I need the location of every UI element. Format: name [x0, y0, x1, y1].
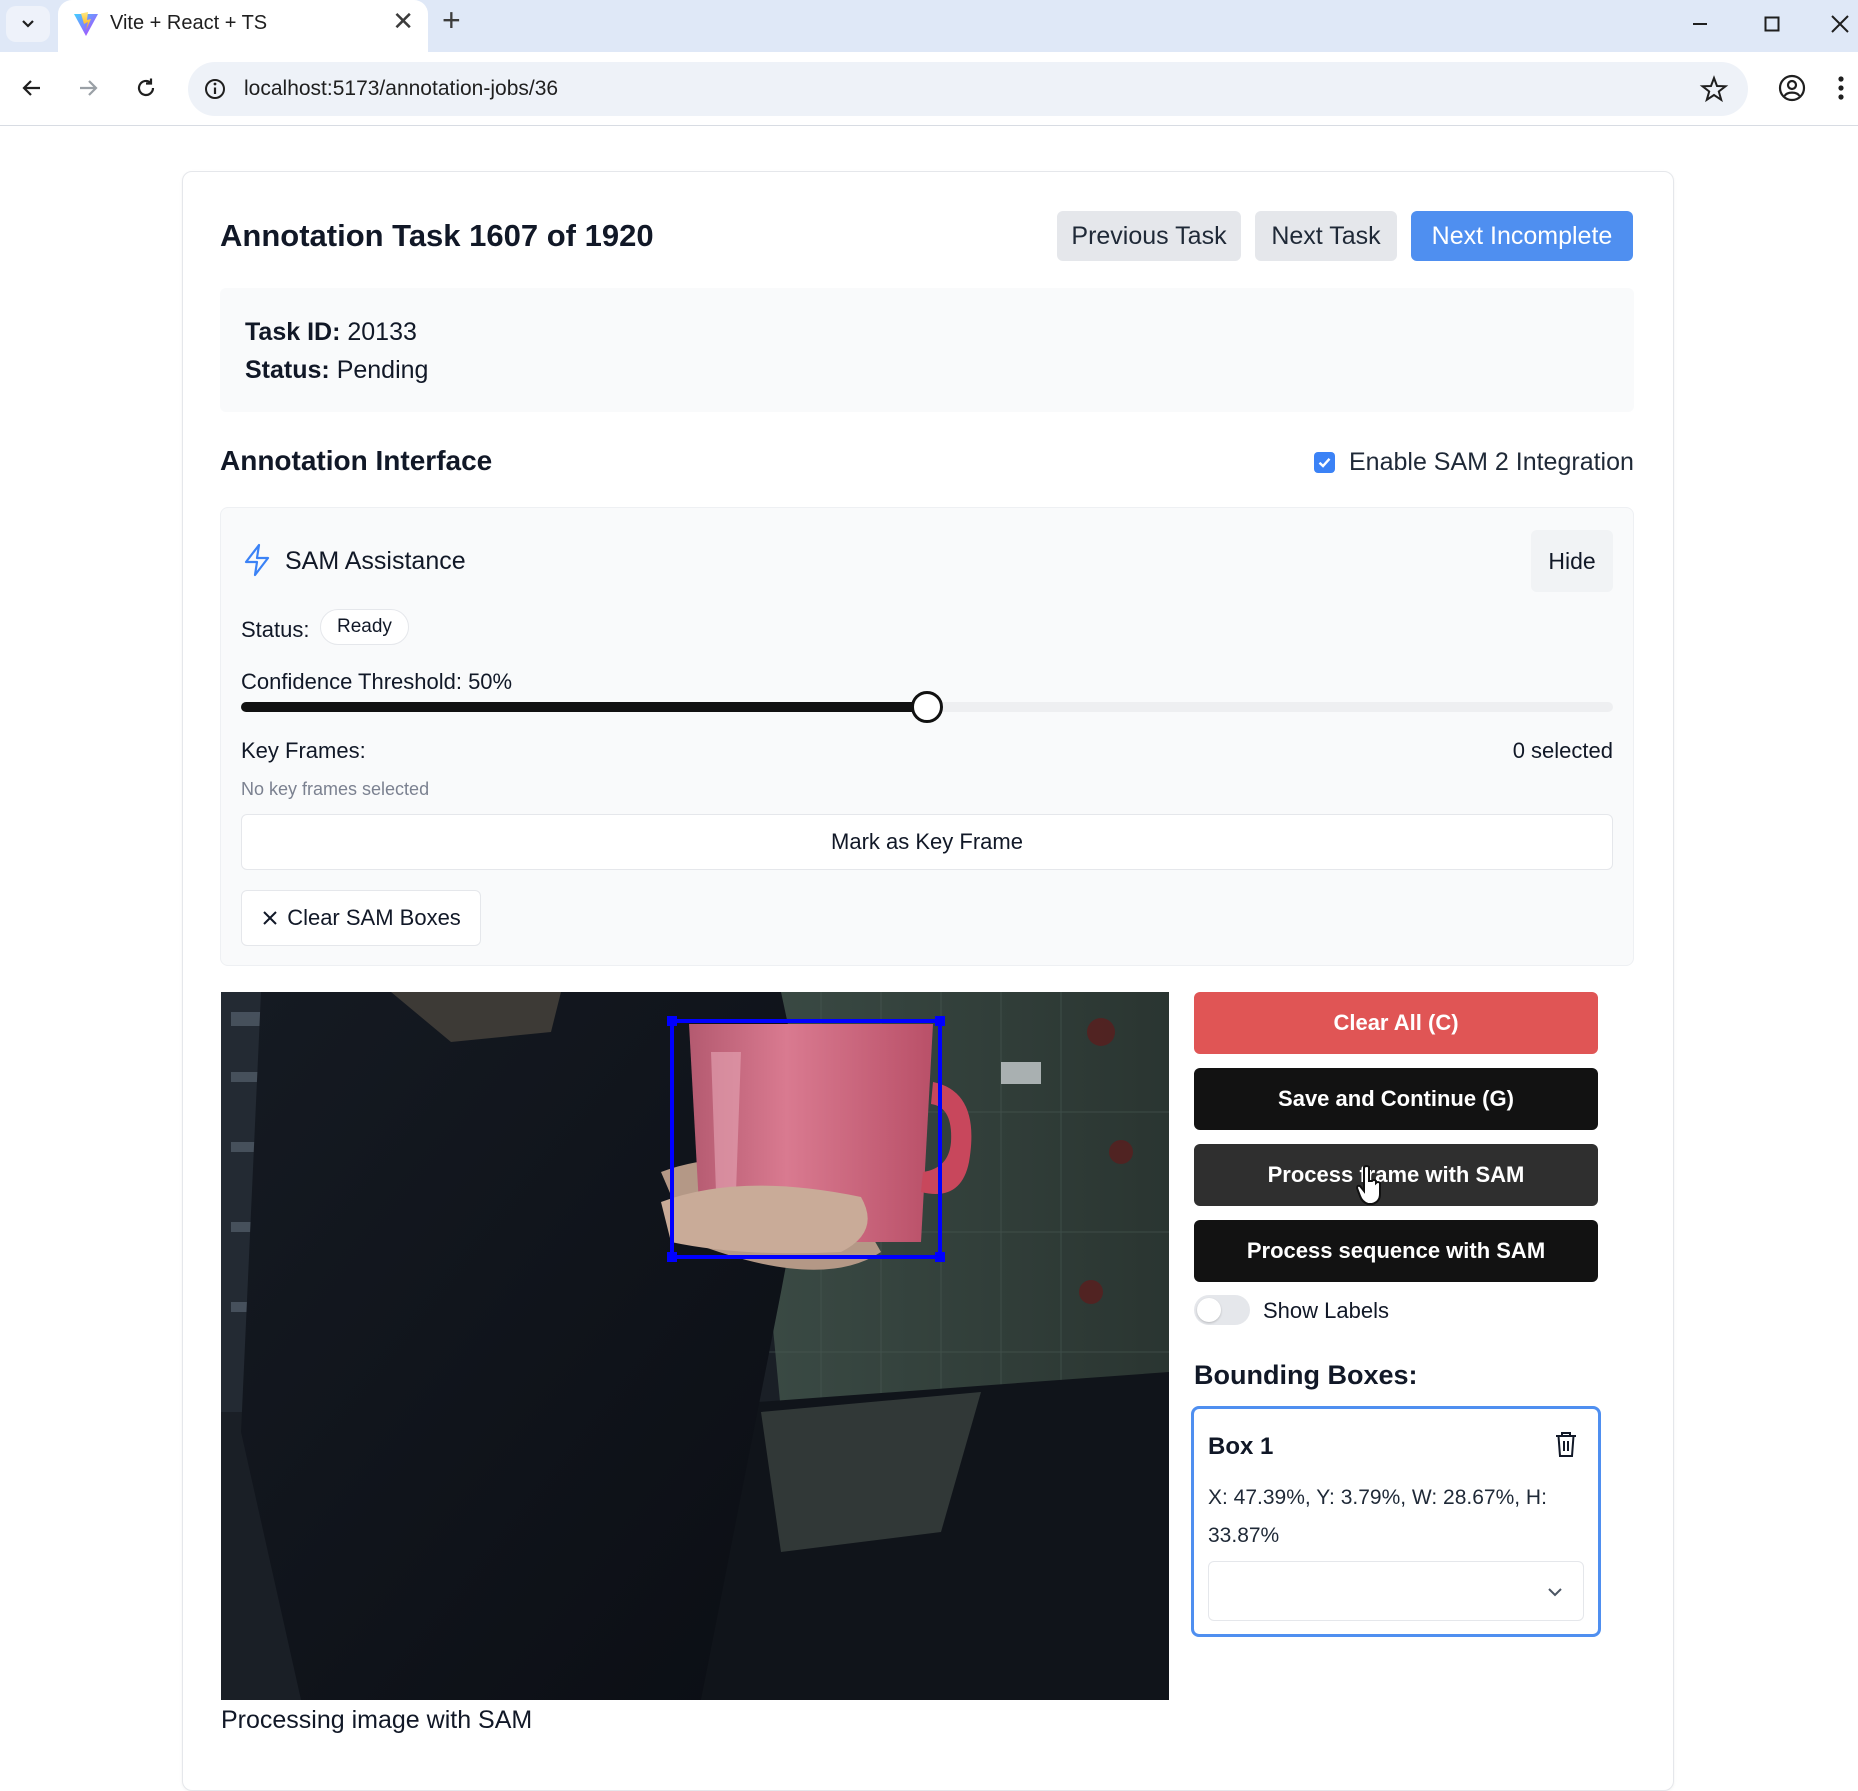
enable-sam-toggle[interactable]: Enable SAM 2 Integration — [1314, 448, 1634, 477]
trash-icon[interactable] — [1552, 1429, 1580, 1459]
key-frames-count: 0 selected — [1512, 738, 1613, 763]
box-label-select[interactable] — [1208, 1561, 1584, 1621]
key-frames-empty-text: No key frames selected — [241, 779, 430, 799]
site-info-icon[interactable] — [200, 74, 230, 104]
lightning-icon — [244, 543, 270, 577]
tab-search-button[interactable] — [6, 6, 50, 42]
close-icon — [1831, 15, 1849, 33]
maximize-icon — [1764, 16, 1780, 32]
task-info-panel: Task ID: 20133 Status: Pending — [220, 288, 1634, 412]
status-badge: Ready — [320, 609, 409, 645]
slider-fill — [241, 702, 927, 712]
bounding-box-1[interactable] — [667, 1015, 946, 1262]
box-item[interactable]: Box 1 X: 47.39%, Y: 3.79%, W: 28.67%, H:… — [1191, 1406, 1601, 1637]
bounding-boxes-title: Bounding Boxes: — [1194, 1360, 1418, 1390]
show-labels-label: Show Labels — [1263, 1298, 1389, 1323]
task-id-value: 20133 — [347, 318, 417, 346]
bbox-handle-br[interactable] — [935, 1251, 946, 1262]
task-status-value: Pending — [336, 356, 429, 384]
close-tab-icon[interactable]: ✕ — [392, 8, 414, 34]
next-incomplete-button[interactable]: Next Incomplete — [1411, 211, 1633, 261]
sam-checkbox[interactable] — [1314, 452, 1335, 473]
bbox-handle-tl[interactable] — [667, 1015, 678, 1026]
switch-knob — [1197, 1298, 1221, 1322]
close-icon — [263, 911, 277, 925]
box-name: Box 1 — [1208, 1433, 1274, 1460]
clear-sam-boxes-label: Clear SAM Boxes — [287, 905, 461, 930]
back-button[interactable] — [10, 66, 54, 110]
bookmark-star-icon[interactable] — [1698, 73, 1730, 105]
clear-all-button[interactable]: Clear All (C) — [1194, 992, 1598, 1054]
minimize-icon — [1693, 23, 1707, 25]
confidence-threshold-label: Confidence Threshold: 50% — [241, 669, 513, 694]
vite-logo-icon — [74, 12, 98, 36]
new-tab-icon[interactable]: + — [442, 4, 461, 36]
reload-button[interactable] — [124, 66, 168, 110]
save-continue-button[interactable]: Save and Continue (G) — [1194, 1068, 1598, 1130]
mark-key-frame-button[interactable]: Mark as Key Frame — [241, 814, 1613, 870]
browser-toolbar: localhost:5173/annotation-jobs/36 — [0, 52, 1858, 126]
close-window-button[interactable] — [1820, 6, 1858, 42]
checkmark-icon — [1318, 457, 1331, 468]
forward-button[interactable] — [66, 66, 110, 110]
task-status-label: Status: — [245, 356, 330, 384]
reload-icon — [137, 78, 155, 97]
confidence-slider[interactable] — [241, 691, 1613, 723]
url-text: localhost:5173/annotation-jobs/36 — [244, 77, 559, 100]
arrow-left-icon — [22, 80, 40, 96]
annotation-interface-title: Annotation Interface — [220, 445, 493, 476]
bbox-handle-bl[interactable] — [667, 1251, 678, 1262]
process-sequence-button[interactable]: Process sequence with SAM — [1194, 1220, 1598, 1282]
sam-status-label: Status: — [241, 617, 310, 642]
task-status-row: Status: Pending — [245, 356, 428, 385]
chevron-down-icon — [22, 20, 34, 28]
arrow-right-icon — [80, 80, 98, 96]
box-coordinates: X: 47.39%, Y: 3.79%, W: 28.67%, H: 33.87… — [1208, 1486, 1547, 1547]
slider-thumb[interactable] — [911, 691, 943, 723]
minimize-window-button[interactable] — [1680, 6, 1720, 42]
address-bar[interactable]: localhost:5173/annotation-jobs/36 — [188, 62, 1748, 116]
next-task-button[interactable]: Next Task — [1255, 211, 1397, 261]
more-vertical-icon — [1838, 76, 1844, 100]
sam-toggle-label: Enable SAM 2 Integration — [1349, 448, 1634, 476]
profile-button[interactable] — [1770, 66, 1814, 110]
tab-title: Vite + React + TS — [110, 12, 268, 34]
previous-task-button[interactable]: Previous Task — [1057, 211, 1241, 261]
task-id-label: Task ID: — [245, 318, 341, 346]
profile-icon — [1778, 74, 1806, 102]
page-title: Annotation Task 1607 of 1920 — [220, 218, 654, 253]
chevron-down-icon — [1548, 1588, 1562, 1597]
process-frame-button[interactable]: Process frame with SAM — [1194, 1144, 1598, 1206]
browser-tab[interactable]: Vite + React + TS ✕ — [58, 0, 428, 52]
hand-cursor-icon — [1355, 1165, 1381, 1205]
show-labels-switch[interactable] — [1194, 1295, 1250, 1325]
hide-sam-button[interactable]: Hide — [1531, 530, 1613, 592]
browser-menu-button[interactable] — [1826, 66, 1856, 110]
processing-caption: Processing image with SAM — [221, 1706, 533, 1734]
browser-tab-strip: Vite + React + TS ✕ + — [0, 0, 1858, 52]
key-frames-label: Key Frames: — [241, 738, 366, 763]
task-id-row: Task ID: 20133 — [245, 318, 417, 347]
clear-sam-boxes-button[interactable]: Clear SAM Boxes — [241, 890, 481, 946]
sam-assistance-title: SAM Assistance — [285, 547, 466, 575]
annotation-canvas[interactable] — [221, 992, 1169, 1700]
maximize-window-button[interactable] — [1752, 6, 1792, 42]
bbox-handle-tr[interactable] — [935, 1015, 946, 1026]
